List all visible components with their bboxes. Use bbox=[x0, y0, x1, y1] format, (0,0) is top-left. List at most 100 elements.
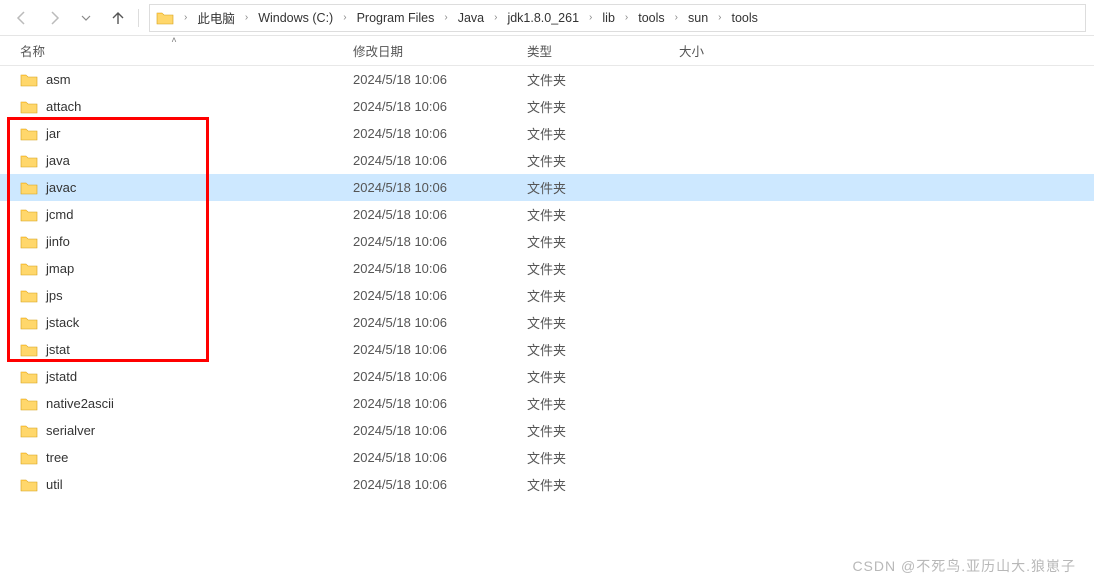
column-headers: 名称 ˄ 修改日期 类型 大小 bbox=[0, 36, 1094, 66]
cell-date: 2024/5/18 10:06 bbox=[349, 66, 523, 93]
cell-type: 文件夹 bbox=[523, 66, 675, 93]
file-name: native2ascii bbox=[46, 396, 114, 411]
folder-icon bbox=[20, 153, 38, 169]
cell-name: jstat bbox=[0, 336, 349, 363]
breadcrumb-segment[interactable]: Java bbox=[454, 5, 488, 31]
file-row[interactable]: jstatd2024/5/18 10:06文件夹 bbox=[0, 363, 1094, 390]
back-button[interactable] bbox=[8, 4, 36, 32]
file-name: javac bbox=[46, 180, 76, 195]
column-header-label: 名称 bbox=[20, 41, 45, 60]
folder-icon bbox=[20, 396, 38, 412]
navigation-toolbar: › 此电脑›Windows (C:)›Program Files›Java›jd… bbox=[0, 0, 1094, 36]
file-name: jstat bbox=[46, 342, 70, 357]
cell-name: jar bbox=[0, 120, 349, 147]
cell-date: 2024/5/18 10:06 bbox=[349, 201, 523, 228]
file-row[interactable]: jmap2024/5/18 10:06文件夹 bbox=[0, 255, 1094, 282]
folder-icon bbox=[20, 423, 38, 439]
up-button[interactable] bbox=[104, 4, 132, 32]
breadcrumb-segment[interactable]: 此电脑 bbox=[193, 5, 239, 31]
cell-name: jmap bbox=[0, 255, 349, 282]
cell-name: util bbox=[0, 471, 349, 498]
file-row[interactable]: jstat2024/5/18 10:06文件夹 bbox=[0, 336, 1094, 363]
file-name: jar bbox=[46, 126, 60, 141]
cell-date: 2024/5/18 10:06 bbox=[349, 309, 523, 336]
file-name: java bbox=[46, 153, 70, 168]
file-name: jstatd bbox=[46, 369, 77, 384]
file-row[interactable]: jar 2024/5/18 10:06文件夹 bbox=[0, 120, 1094, 147]
cell-name: serialver bbox=[0, 417, 349, 444]
file-name: asm bbox=[46, 72, 71, 87]
folder-icon bbox=[20, 369, 38, 385]
cell-type: 文件夹 bbox=[523, 390, 675, 417]
cell-date: 2024/5/18 10:06 bbox=[349, 390, 523, 417]
folder-icon bbox=[20, 126, 38, 142]
breadcrumb-segment[interactable]: tools bbox=[728, 5, 762, 31]
file-row[interactable]: asm 2024/5/18 10:06文件夹 bbox=[0, 66, 1094, 93]
column-header-name[interactable]: 名称 ˄ bbox=[0, 36, 349, 65]
chevron-right-icon[interactable]: › bbox=[241, 12, 252, 23]
breadcrumb-segment[interactable]: tools bbox=[634, 5, 668, 31]
breadcrumb-segment[interactable]: sun bbox=[684, 5, 712, 31]
column-header-size[interactable]: 大小 bbox=[675, 36, 775, 65]
cell-type: 文件夹 bbox=[523, 147, 675, 174]
cell-date: 2024/5/18 10:06 bbox=[349, 255, 523, 282]
cell-size bbox=[675, 147, 775, 174]
chevron-right-icon[interactable]: › bbox=[585, 12, 596, 23]
file-row[interactable]: attach2024/5/18 10:06文件夹 bbox=[0, 93, 1094, 120]
chevron-right-icon[interactable]: › bbox=[180, 12, 191, 23]
cell-date: 2024/5/18 10:06 bbox=[349, 93, 523, 120]
cell-size bbox=[675, 336, 775, 363]
breadcrumb-segment[interactable]: jdk1.8.0_261 bbox=[503, 5, 583, 31]
file-row[interactable]: util2024/5/18 10:06文件夹 bbox=[0, 471, 1094, 498]
chevron-right-icon[interactable]: › bbox=[714, 12, 725, 23]
cell-name: java bbox=[0, 147, 349, 174]
cell-type: 文件夹 bbox=[523, 309, 675, 336]
folder-icon bbox=[20, 207, 38, 223]
file-row[interactable]: java2024/5/18 10:06文件夹 bbox=[0, 147, 1094, 174]
chevron-right-icon[interactable]: › bbox=[440, 12, 451, 23]
cell-size bbox=[675, 417, 775, 444]
folder-icon bbox=[156, 10, 174, 26]
cell-size bbox=[675, 363, 775, 390]
chevron-right-icon[interactable]: › bbox=[671, 12, 682, 23]
file-name: attach bbox=[46, 99, 81, 114]
cell-name: jstack bbox=[0, 309, 349, 336]
cell-date: 2024/5/18 10:06 bbox=[349, 120, 523, 147]
folder-icon bbox=[20, 315, 38, 331]
file-row[interactable]: native2ascii 2024/5/18 10:06文件夹 bbox=[0, 390, 1094, 417]
cell-size bbox=[675, 201, 775, 228]
cell-name: tree bbox=[0, 444, 349, 471]
file-name: jinfo bbox=[46, 234, 70, 249]
folder-icon bbox=[20, 342, 38, 358]
chevron-right-icon[interactable]: › bbox=[490, 12, 501, 23]
cell-name: jcmd bbox=[0, 201, 349, 228]
cell-date: 2024/5/18 10:06 bbox=[349, 228, 523, 255]
cell-name: attach bbox=[0, 93, 349, 120]
chevron-down-icon bbox=[81, 13, 91, 23]
file-name: serialver bbox=[46, 423, 95, 438]
file-row[interactable]: jinfo2024/5/18 10:06文件夹 bbox=[0, 228, 1094, 255]
chevron-right-icon[interactable]: › bbox=[621, 12, 632, 23]
breadcrumb[interactable]: › 此电脑›Windows (C:)›Program Files›Java›jd… bbox=[149, 4, 1086, 32]
breadcrumb-segment[interactable]: lib bbox=[598, 5, 619, 31]
breadcrumb-segment[interactable]: Windows (C:) bbox=[254, 5, 337, 31]
breadcrumb-segment[interactable]: Program Files bbox=[353, 5, 439, 31]
file-row[interactable]: jps2024/5/18 10:06文件夹 bbox=[0, 282, 1094, 309]
arrow-right-icon bbox=[46, 10, 62, 26]
forward-button[interactable] bbox=[40, 4, 68, 32]
cell-type: 文件夹 bbox=[523, 363, 675, 390]
file-row[interactable]: serialver2024/5/18 10:06文件夹 bbox=[0, 417, 1094, 444]
file-row[interactable]: jcmd2024/5/18 10:06文件夹 bbox=[0, 201, 1094, 228]
file-row[interactable]: jstack2024/5/18 10:06文件夹 bbox=[0, 309, 1094, 336]
file-row[interactable]: javac2024/5/18 10:06文件夹 bbox=[0, 174, 1094, 201]
cell-type: 文件夹 bbox=[523, 120, 675, 147]
cell-date: 2024/5/18 10:06 bbox=[349, 282, 523, 309]
file-row[interactable]: tree2024/5/18 10:06文件夹 bbox=[0, 444, 1094, 471]
recent-dropdown[interactable] bbox=[72, 4, 100, 32]
chevron-right-icon[interactable]: › bbox=[339, 12, 350, 23]
cell-name: jinfo bbox=[0, 228, 349, 255]
column-header-type[interactable]: 类型 bbox=[523, 36, 675, 65]
cell-size bbox=[675, 444, 775, 471]
column-header-date[interactable]: 修改日期 bbox=[349, 36, 523, 65]
file-name: util bbox=[46, 477, 63, 492]
